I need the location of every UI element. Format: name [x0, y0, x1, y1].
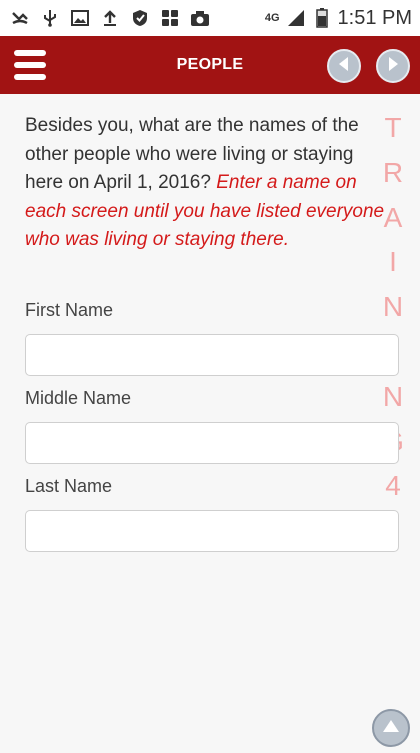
- hamburger-menu-icon[interactable]: [14, 50, 46, 80]
- chevron-left-icon: [337, 56, 351, 77]
- chevron-up-icon: [382, 719, 400, 738]
- usb-icon: [40, 8, 60, 28]
- upload-icon: [100, 8, 120, 28]
- system-status: 4G 1:51 PM: [265, 7, 412, 30]
- scroll-top-button[interactable]: [372, 709, 410, 747]
- forward-button[interactable]: [376, 49, 410, 83]
- camera-icon: [190, 8, 210, 28]
- bbm-icon: [160, 8, 180, 28]
- image-icon: [70, 8, 90, 28]
- app-header: PEOPLE: [0, 36, 420, 94]
- form-content: Besides you, what are the names of the o…: [0, 94, 420, 753]
- question-text: Besides you, what are the names of the o…: [25, 112, 385, 255]
- chevron-right-icon: [386, 56, 400, 77]
- shield-icon: [130, 8, 150, 28]
- watermark-letter: 4: [385, 470, 401, 502]
- first-name-field[interactable]: [25, 334, 399, 376]
- battery-icon: [312, 8, 332, 28]
- middle-name-label: Middle Name: [25, 388, 132, 408]
- watermark-letter: N: [382, 380, 404, 412]
- signal-icon: [286, 8, 306, 28]
- notification-icons: [10, 8, 210, 28]
- middle-name-field[interactable]: [25, 422, 399, 464]
- clock: 1:51 PM: [337, 6, 412, 29]
- last-name-label: Last Name: [25, 476, 113, 496]
- first-name-label: First Name: [25, 300, 114, 320]
- network-type: 4G: [264, 11, 280, 24]
- watermark-letter: N: [382, 291, 404, 323]
- back-button[interactable]: [327, 49, 361, 83]
- last-name-field[interactable]: [25, 510, 399, 552]
- missed-call-icon: [10, 8, 30, 28]
- status-bar: 4G 1:51 PM: [0, 0, 420, 36]
